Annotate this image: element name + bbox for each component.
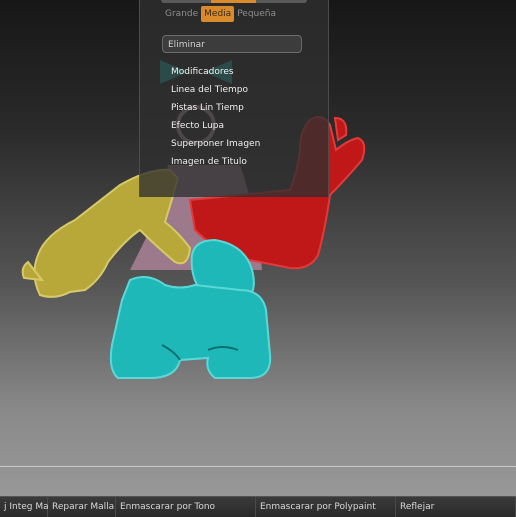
menu-item-modificadores[interactable]: Modificadores bbox=[171, 63, 260, 81]
floor-line bbox=[0, 466, 516, 467]
bottom-toolbar: j Integ Mall Reparar Malla Enmascarar po… bbox=[0, 496, 516, 517]
3d-viewport[interactable]: Grande Media Pequeña Eliminar Modificado… bbox=[0, 0, 516, 496]
integ-malla-button[interactable]: j Integ Mall bbox=[0, 497, 54, 517]
size-option-media[interactable]: Media bbox=[201, 6, 235, 22]
menu-item-superponer-imagen[interactable]: Superponer Imagen bbox=[171, 135, 260, 153]
size-slider-top bbox=[161, 0, 307, 3]
menu-item-efecto-lupa[interactable]: Efecto Lupa bbox=[171, 117, 260, 135]
reflejar-button[interactable]: Reflejar bbox=[396, 497, 516, 517]
menu-item-linea-del-tiempo[interactable]: Linea del Tiempo bbox=[171, 81, 260, 99]
size-option-pequena[interactable]: Pequeña bbox=[234, 6, 279, 22]
enmascarar-por-tono-button[interactable]: Enmascarar por Tono bbox=[116, 497, 256, 517]
enmascarar-por-polypaint-button[interactable]: Enmascarar por Polypaint bbox=[256, 497, 396, 517]
menu-list: Modificadores Linea del Tiempo Pistas Li… bbox=[171, 63, 260, 171]
cyan-legs bbox=[109, 275, 272, 379]
menu-item-pistas-lin-tiemp[interactable]: Pistas Lin Tiemp bbox=[171, 99, 260, 117]
menu-item-imagen-de-titulo[interactable]: Imagen de Titulo bbox=[171, 153, 260, 171]
menu-panel: Grande Media Pequeña Eliminar Modificado… bbox=[139, 0, 329, 197]
eliminar-button[interactable]: Eliminar bbox=[162, 35, 302, 53]
reparar-malla-button[interactable]: Reparar Malla bbox=[48, 497, 116, 517]
size-selector: Grande Media Pequeña bbox=[162, 6, 279, 22]
size-option-grande[interactable]: Grande bbox=[162, 6, 201, 22]
